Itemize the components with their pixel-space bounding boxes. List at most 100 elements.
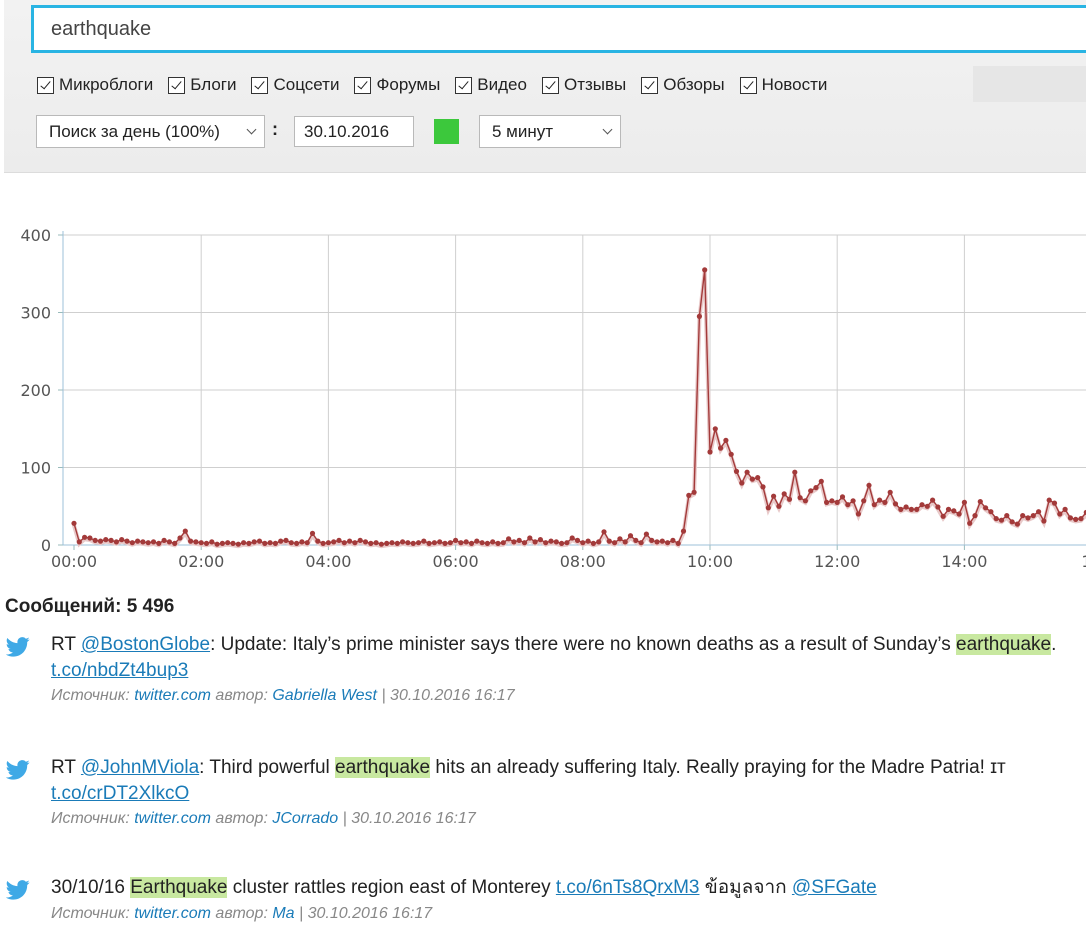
data-point (378, 541, 384, 547)
mention-link[interactable]: @JohnMViola (81, 757, 199, 778)
author-link[interactable]: Ma (272, 905, 294, 922)
source-link[interactable]: twitter.com (134, 905, 211, 922)
keyword-highlight: Earthquake (130, 877, 228, 898)
source-label: Источник: (51, 810, 130, 827)
text-fragment: 30/10/16 (51, 877, 131, 898)
data-point (654, 539, 660, 545)
checkbox[interactable] (739, 76, 757, 94)
data-point (278, 538, 284, 544)
data-point (988, 509, 994, 515)
source-link[interactable]: twitter.com (134, 687, 211, 704)
mention-link[interactable]: @BostonGlobe (81, 634, 210, 655)
filter-forums[interactable]: Форумы (354, 75, 440, 95)
panel-right-area (973, 66, 1086, 102)
author-link[interactable]: JCorrado (272, 810, 338, 827)
data-point (490, 539, 496, 545)
data-point (113, 539, 119, 545)
rt-prefix: RT (51, 634, 81, 655)
x-tick-label: 10:00 (687, 552, 733, 571)
data-point (230, 540, 236, 546)
data-point (1073, 516, 1079, 522)
filter-blogs[interactable]: Блоги (168, 75, 236, 95)
data-point (325, 540, 331, 546)
series-line (73, 269, 1086, 545)
text-fragment: ข้อมูลจาก (699, 877, 792, 898)
data-point (1046, 497, 1052, 503)
series-color-swatch[interactable] (434, 119, 459, 144)
interval-select[interactable]: 5 минут (479, 115, 621, 148)
data-point (924, 503, 930, 509)
data-point (638, 540, 644, 546)
filter-social[interactable]: Соцсети (251, 75, 339, 95)
data-point (839, 494, 846, 500)
search-input[interactable]: earthquake (31, 5, 1086, 53)
data-point (601, 529, 607, 535)
source-link[interactable]: twitter.com (134, 810, 211, 827)
data-point (352, 540, 358, 546)
data-point (373, 540, 379, 546)
mention-link[interactable]: @SFGate (792, 877, 877, 898)
data-point (781, 491, 787, 497)
data-point (824, 499, 830, 505)
data-point (914, 506, 920, 512)
data-point (267, 540, 273, 546)
period-select[interactable]: Поиск за день (100%) (36, 115, 265, 148)
checkbox[interactable] (37, 76, 54, 94)
data-point (882, 499, 888, 505)
x-tick-label: 04:00 (305, 552, 351, 571)
data-point (559, 540, 565, 546)
data-point (405, 540, 411, 546)
data-point (272, 540, 278, 546)
x-tick-label: 00:00 (51, 552, 97, 571)
data-point (135, 538, 141, 544)
data-point (76, 539, 82, 545)
author-link[interactable]: Gabriella West (272, 687, 377, 704)
checkbox[interactable] (251, 76, 269, 94)
data-point (786, 496, 793, 502)
data-point (733, 468, 740, 474)
x-tick-label: 16 (1081, 552, 1086, 571)
filter-microblogs[interactable]: Микроблоги (37, 75, 153, 95)
checkbox[interactable] (455, 76, 473, 94)
checkbox[interactable] (641, 76, 659, 94)
checkbox[interactable] (354, 76, 372, 94)
data-point (612, 540, 618, 546)
data-point (214, 541, 220, 547)
filter-reviews[interactable]: Отзывы (541, 75, 626, 95)
data-point (877, 497, 883, 503)
text-fragment: . (1051, 634, 1057, 655)
data-point (1067, 515, 1073, 521)
data-point (998, 517, 1005, 523)
data-point (506, 536, 512, 542)
filter-label: Блоги (190, 75, 237, 94)
data-point (384, 540, 390, 546)
filter-news[interactable]: Новости (739, 75, 827, 95)
text-fragment: cluster rattles region east of Monterey (227, 877, 556, 898)
data-point (574, 537, 581, 543)
short-link[interactable]: t.co/6nTs8QrxM3 (556, 877, 700, 898)
message-link-row: t.co/nbdZt4bup3 (51, 659, 188, 683)
author-label: автор: (215, 687, 268, 704)
checkbox[interactable] (541, 76, 559, 94)
data-point (972, 513, 978, 519)
message-datetime: | 30.10.2016 16:17 (381, 687, 515, 704)
data-point (209, 539, 215, 545)
short-link[interactable]: t.co/nbdZt4bup3 (51, 660, 188, 681)
data-point (749, 476, 756, 482)
data-point (797, 495, 803, 501)
checkbox[interactable] (168, 76, 186, 94)
filter-label: Видео (477, 75, 527, 94)
data-point (463, 539, 469, 545)
data-point (82, 534, 88, 540)
date-field[interactable]: 30.10.2016 (294, 116, 414, 147)
message-item: RT @BostonGlobe: Update: Italy’s prime m… (0, 633, 1086, 713)
chevron-down-icon (602, 124, 613, 135)
filter-video[interactable]: Видео (455, 75, 527, 95)
data-point (294, 540, 300, 546)
data-point (1009, 519, 1015, 525)
data-point (1014, 521, 1021, 527)
short-link[interactable]: t.co/crDT2XlkcO (51, 783, 189, 804)
data-point (930, 497, 936, 503)
filter-overviews[interactable]: Обзоры (641, 75, 725, 95)
data-point (246, 540, 252, 546)
